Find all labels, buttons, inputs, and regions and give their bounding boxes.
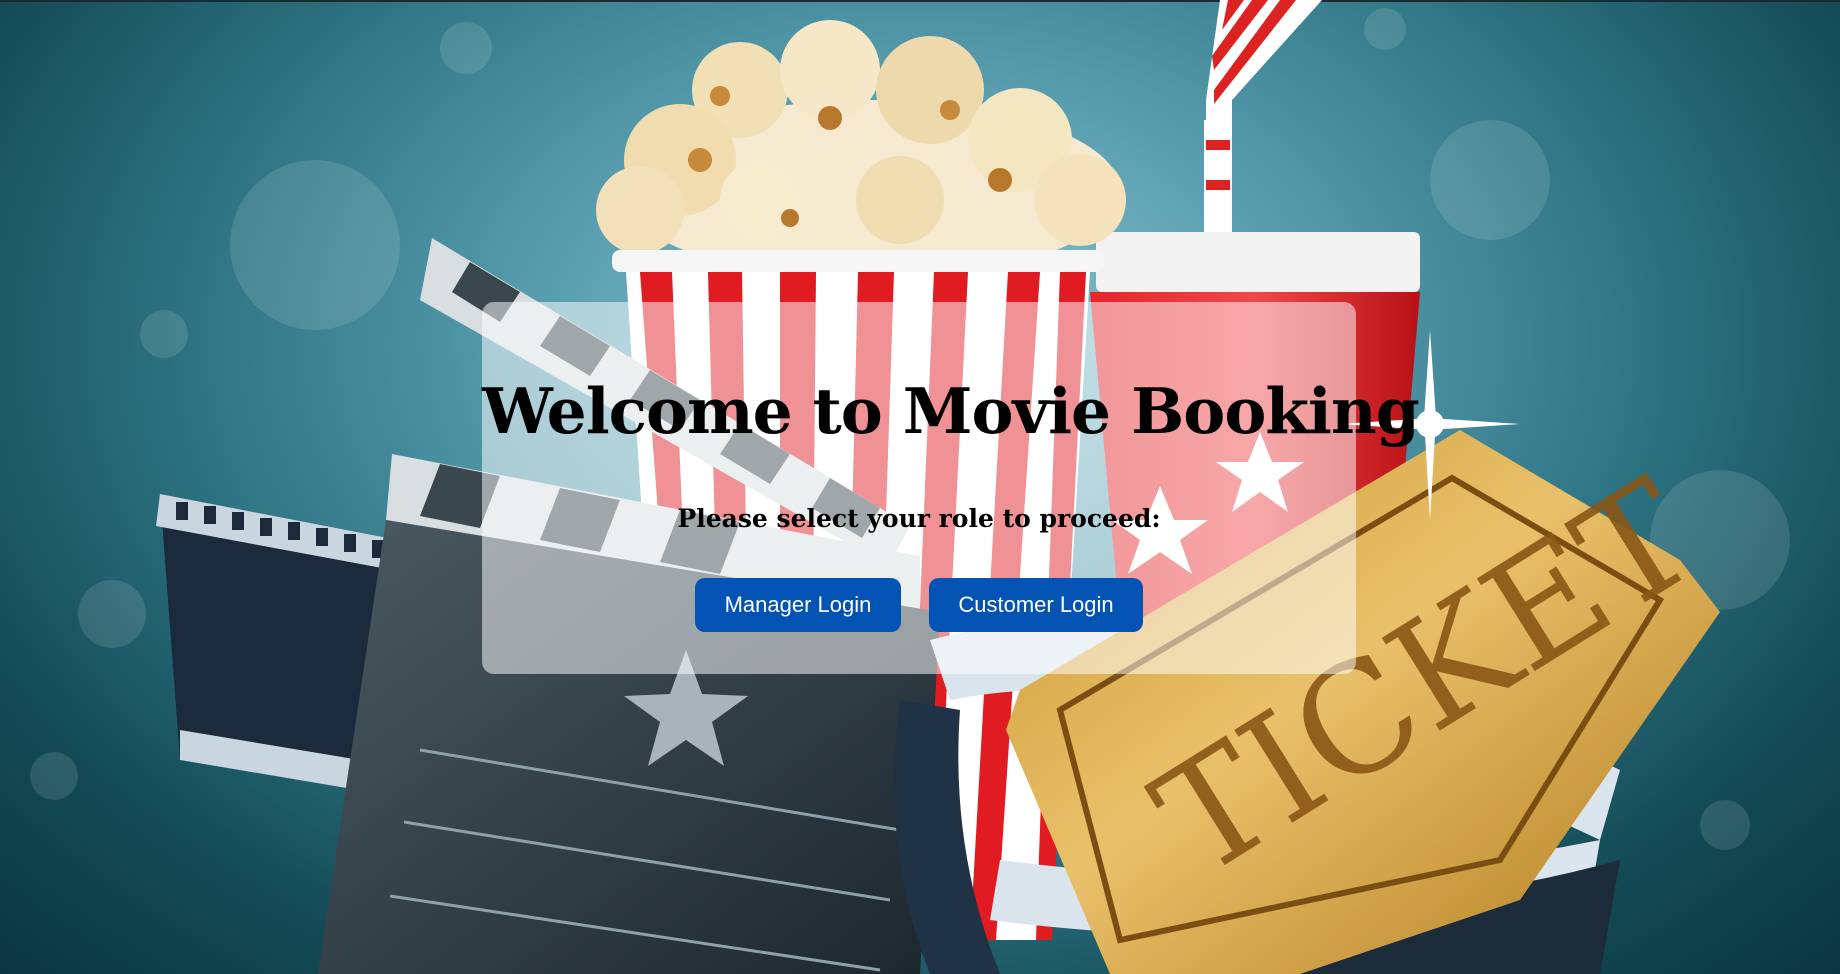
role-prompt: Please select your role to proceed: xyxy=(677,504,1161,533)
manager-login-button[interactable]: Manager Login xyxy=(695,578,901,632)
login-page: TICKET Welcome to Movie Booking Please s… xyxy=(0,0,1840,974)
customer-login-button[interactable]: Customer Login xyxy=(929,578,1143,632)
page-title: Welcome to Movie Booking xyxy=(482,374,1420,448)
role-selection-card: Welcome to Movie Booking Please select y… xyxy=(482,302,1420,674)
role-buttons: Manager Login Customer Login xyxy=(482,578,1356,632)
